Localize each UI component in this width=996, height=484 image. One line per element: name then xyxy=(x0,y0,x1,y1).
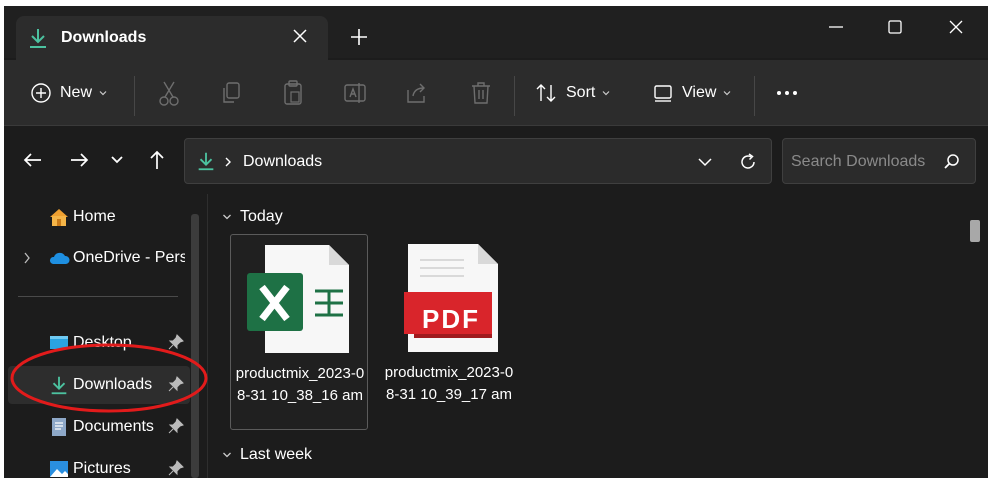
plus-circle-icon xyxy=(31,83,51,103)
title-bar: Downloads xyxy=(4,6,988,60)
close-window-icon[interactable] xyxy=(941,12,971,42)
view-icon xyxy=(654,85,672,102)
divider xyxy=(754,76,755,116)
sidebar-divider xyxy=(18,296,178,297)
address-bar[interactable]: Downloads xyxy=(184,138,772,184)
pin-icon[interactable] xyxy=(168,460,184,476)
pdf-file-icon xyxy=(404,244,498,352)
divider xyxy=(514,76,515,116)
file-list: Today productmix_2023-08-31 10_38_16 am … xyxy=(210,194,980,478)
sort-icon xyxy=(536,84,556,102)
search-input[interactable] xyxy=(791,151,941,173)
sidebar-item-label: Home xyxy=(73,208,116,225)
file-name: productmix_2023-08-31 10_38_16 am xyxy=(235,365,365,404)
excel-file-icon xyxy=(247,245,349,353)
pdf-badge-text: PDF xyxy=(422,304,480,334)
more-icon[interactable] xyxy=(774,78,800,108)
close-tab-icon[interactable] xyxy=(288,24,312,48)
cloud-icon xyxy=(49,252,70,264)
new-button[interactable]: New xyxy=(30,78,108,108)
address-history-chevron-icon[interactable] xyxy=(695,152,715,172)
cut-icon[interactable] xyxy=(156,78,182,108)
sidebar-item-home[interactable]: Home xyxy=(8,198,190,236)
view-button[interactable]: View xyxy=(652,78,732,108)
divider xyxy=(134,76,135,116)
new-tab-button[interactable] xyxy=(346,24,372,50)
sidebar-item-pictures[interactable]: Pictures xyxy=(8,450,190,478)
file-item-pdf[interactable]: PDF productmix_2023-08-31 10_39_17 am xyxy=(380,234,518,430)
recent-locations-chevron-icon[interactable] xyxy=(104,147,130,173)
refresh-icon[interactable] xyxy=(737,151,759,173)
breadcrumb-downloads[interactable]: Downloads xyxy=(243,153,322,171)
minimize-icon[interactable] xyxy=(821,12,851,42)
expand-chevron-icon[interactable] xyxy=(22,251,32,265)
navigation-pane: Home OneDrive - Perso Desktop Downloads … xyxy=(4,194,202,478)
documents-icon xyxy=(52,418,66,436)
copy-icon[interactable] xyxy=(218,78,244,108)
pane-divider[interactable] xyxy=(207,194,208,478)
maximize-icon[interactable] xyxy=(880,12,910,42)
sort-button-label: Sort xyxy=(566,84,596,101)
collapse-chevron-icon xyxy=(223,452,231,458)
navigation-bar: Downloads xyxy=(4,127,988,193)
pictures-icon xyxy=(50,461,68,477)
download-icon xyxy=(198,152,214,171)
chevron-down-icon xyxy=(99,91,107,96)
up-arrow-icon[interactable] xyxy=(144,147,170,173)
group-label: Last week xyxy=(240,446,313,463)
view-button-label: View xyxy=(682,84,717,101)
breadcrumb-chevron-icon[interactable] xyxy=(223,156,233,168)
back-arrow-icon[interactable] xyxy=(20,147,46,173)
file-list-scrollbar-thumb[interactable] xyxy=(970,220,980,242)
download-icon xyxy=(30,29,46,48)
group-header-last-week[interactable]: Last week xyxy=(222,444,312,466)
share-icon[interactable] xyxy=(404,78,430,108)
new-button-label: New xyxy=(60,84,93,101)
collapse-chevron-icon xyxy=(223,214,231,220)
pin-icon[interactable] xyxy=(168,418,184,434)
rename-icon[interactable] xyxy=(342,78,368,108)
group-header-today[interactable]: Today xyxy=(222,206,283,228)
delete-icon[interactable] xyxy=(468,78,494,108)
sidebar-item-label: OneDrive - Perso xyxy=(73,249,185,266)
chevron-down-icon xyxy=(723,91,731,96)
sidebar-item-onedrive[interactable]: OneDrive - Perso xyxy=(8,239,190,277)
forward-arrow-icon[interactable] xyxy=(66,147,92,173)
tab-title: Downloads xyxy=(61,29,147,46)
file-name: productmix_2023-08-31 10_39_17 am xyxy=(384,364,514,403)
command-bar: New Sort View xyxy=(4,60,988,126)
sort-button[interactable]: Sort xyxy=(534,78,611,108)
group-label: Today xyxy=(240,208,283,225)
file-item-excel[interactable]: productmix_2023-08-31 10_38_16 am xyxy=(230,234,368,430)
home-icon xyxy=(50,209,68,226)
tab-downloads[interactable]: Downloads xyxy=(16,16,328,60)
highlight-circle-annotation xyxy=(10,343,208,413)
chevron-down-icon xyxy=(602,91,610,96)
search-icon xyxy=(944,154,959,169)
search-box[interactable] xyxy=(782,138,976,184)
paste-icon[interactable] xyxy=(280,78,306,108)
